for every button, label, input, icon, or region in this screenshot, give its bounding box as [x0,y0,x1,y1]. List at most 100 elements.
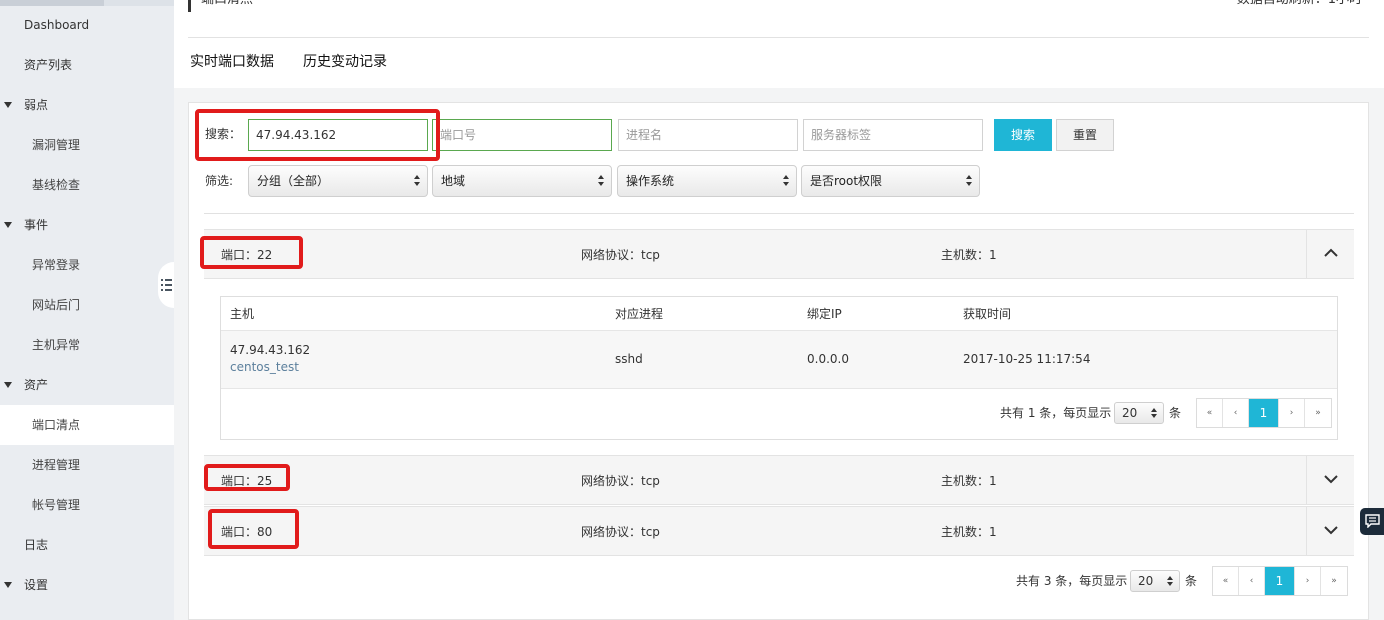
prev-page-button[interactable]: ‹ [1239,567,1265,595]
sidebar-item-baseline-check[interactable]: 基线检查 [0,165,174,205]
search-label: 搜索： [205,127,242,141]
app-root: Dashboard 资产列表 弱点 漏洞管理 基线检查 事件 异常登录 网站后门… [0,0,1384,620]
prev-page-button[interactable]: ‹ [1223,399,1249,427]
caret-down-icon [4,582,12,588]
pagination: « ‹ 1 › » [1196,398,1332,428]
sidebar-item-account-management[interactable]: 帐号管理 [0,485,174,525]
pagination: « ‹ 1 › » [1212,566,1348,596]
host-name-link[interactable]: centos_test [230,359,299,375]
chevron-down-icon [1324,526,1338,535]
process-name-input[interactable] [618,119,798,151]
caret-down-icon [4,102,12,108]
collapse-toggle[interactable] [1306,230,1354,278]
os-select[interactable]: 操作系统 [617,165,797,197]
per-page-value: 20 [1122,406,1138,420]
filter-label: 筛选: [205,174,234,188]
column-header-time: 获取时间 [963,307,1012,321]
port-row-80[interactable]: 端口：80 网络协议：tcp 主机数：1 [204,506,1354,556]
pager-unit: 条 [1169,406,1182,420]
last-page-button[interactable]: » [1305,399,1331,427]
sidebar-item-asset-list[interactable]: 资产列表 [0,45,174,85]
port-row-25[interactable]: 端口：25 网络协议：tcp 主机数：1 [204,455,1354,505]
group-select-value: 分组（全部） [257,174,330,188]
page-button-current[interactable]: 1 [1249,399,1279,427]
root-select-value: 是否root权限 [810,174,883,188]
column-header-process: 对应进程 [615,307,664,321]
page-title: 端口清点 [188,0,253,12]
sidebar-collapse-toggle[interactable] [158,262,174,308]
expand-toggle[interactable] [1306,507,1354,555]
search-button[interactable]: 搜索 [994,119,1052,151]
pager-total-text: 共有 3 条，每页显示 [1016,574,1128,588]
sidebar-group-weakness[interactable]: 弱点 [0,85,174,125]
sidebar-item-port-inventory[interactable]: 端口清点 [0,405,174,445]
sidebar-group-assets[interactable]: 资产 [0,365,174,405]
sidebar: Dashboard 资产列表 弱点 漏洞管理 基线检查 事件 异常登录 网站后门… [0,0,174,620]
chevron-up-icon [1324,248,1338,257]
expand-toggle[interactable] [1306,456,1354,504]
port-row-22[interactable]: 端口：22 网络协议：tcp 主机数：1 [204,229,1354,279]
main-content: 端口清点 数据自动刷新：1小时 实时端口数据 历史变动记录 搜索： 搜索 重置 … [174,0,1384,620]
port-number: 端口：22 [221,248,273,262]
per-page-value: 20 [1138,574,1154,588]
sidebar-item-label: 异常登录 [32,258,81,272]
ip-search-input[interactable] [248,119,428,151]
table-row: 47.94.43.162 centos_test sshd 0.0.0.0 20… [221,331,1337,389]
sidebar-item-label: 帐号管理 [32,498,81,512]
port-protocol: 网络协议：tcp [581,525,660,539]
group-select[interactable]: 分组（全部） [248,165,428,197]
acquire-time: 2017-10-25 11:17:54 [963,352,1091,366]
per-page-select[interactable]: 20 [1130,570,1180,592]
pager-total-text: 共有 1 条，每页显示 [1000,406,1112,420]
sidebar-item-label: 弱点 [24,98,49,112]
tab-realtime-port-data[interactable]: 实时端口数据 [190,52,274,72]
sidebar-item-process-management[interactable]: 进程管理 [0,445,174,485]
host-table: 主机 对应进程 绑定IP 获取时间 47.94.43.162 centos_te… [220,296,1338,440]
sidebar-item-label: 事件 [24,218,49,232]
sidebar-item-vuln-management[interactable]: 漏洞管理 [0,125,174,165]
next-page-button[interactable]: › [1279,399,1305,427]
chevron-down-icon [1324,475,1338,484]
first-page-button[interactable]: « [1213,567,1239,595]
sidebar-item-label: 资产列表 [24,58,73,72]
feedback-button[interactable] [1360,508,1384,535]
root-permission-select[interactable]: 是否root权限 [801,165,980,197]
caret-down-icon [4,222,12,228]
sidebar-item-host-anomaly[interactable]: 主机异常 [0,325,174,365]
sidebar-item-label: 网站后门 [32,298,81,312]
auto-refresh-note: 数据自动刷新：1小时 [1237,0,1362,8]
os-select-value: 操作系统 [626,174,675,188]
sidebar-item-label: 资产 [24,378,49,392]
first-page-button[interactable]: « [1197,399,1223,427]
port-host-count: 主机数：1 [941,525,997,539]
page-button-current[interactable]: 1 [1265,567,1295,595]
column-header-host: 主机 [230,307,255,321]
reset-button[interactable]: 重置 [1056,119,1114,151]
port-22-detail: 主机 对应进程 绑定IP 获取时间 47.94.43.162 centos_te… [204,280,1354,456]
tab-history-changes[interactable]: 历史变动记录 [303,52,387,72]
header-divider [188,37,1369,38]
sidebar-item-label: 端口清点 [32,418,81,432]
sidebar-item-webshell[interactable]: 网站后门 [0,285,174,325]
sidebar-group-events[interactable]: 事件 [0,205,174,245]
port-number-input[interactable] [432,119,612,151]
port-number: 端口：80 [221,525,273,539]
port-protocol: 网络协议：tcp [581,248,660,262]
next-page-button[interactable]: › [1295,567,1321,595]
select-arrows-icon [966,175,972,187]
last-page-button[interactable]: » [1321,567,1347,595]
region-select-value: 地域 [441,174,466,188]
sidebar-item-label: 日志 [24,538,49,552]
pager-unit: 条 [1185,574,1198,588]
sidebar-group-settings[interactable]: 设置 [0,565,174,605]
sidebar-item-dashboard[interactable]: Dashboard [0,5,174,45]
host-table-header: 主机 对应进程 绑定IP 获取时间 [221,297,1337,331]
region-select[interactable]: 地域 [432,165,612,197]
sidebar-item-abnormal-login[interactable]: 异常登录 [0,245,174,285]
sidebar-item-logs[interactable]: 日志 [0,525,174,565]
per-page-select[interactable]: 20 [1114,402,1164,424]
filter-divider [204,213,1354,214]
process-name: sshd [615,352,643,366]
sidebar-item-label: 主机异常 [32,338,81,352]
server-tag-input[interactable] [803,119,983,151]
